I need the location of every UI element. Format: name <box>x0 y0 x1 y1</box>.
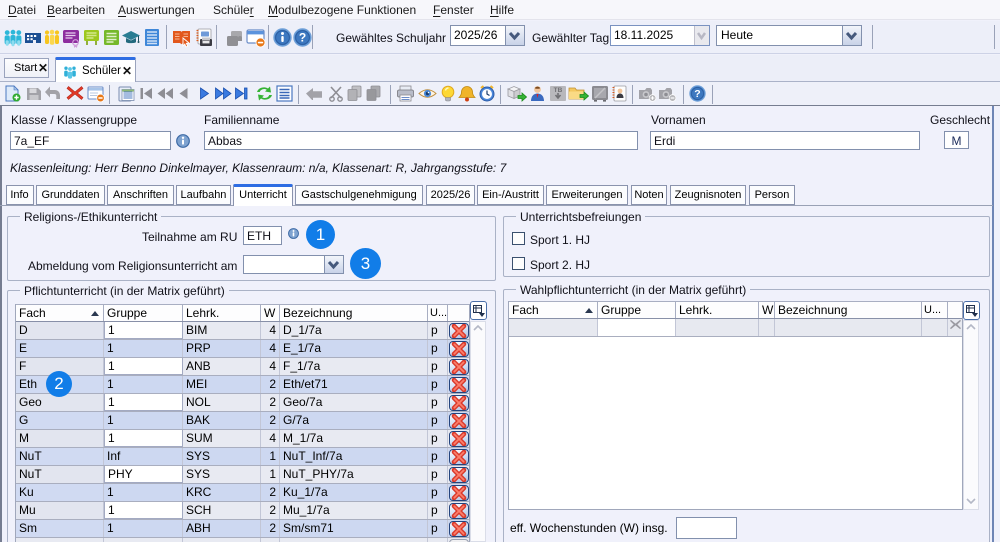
svg-text:TB: TB <box>554 87 563 94</box>
svg-text:?: ? <box>299 31 306 45</box>
svg-text:?: ? <box>694 88 700 100</box>
